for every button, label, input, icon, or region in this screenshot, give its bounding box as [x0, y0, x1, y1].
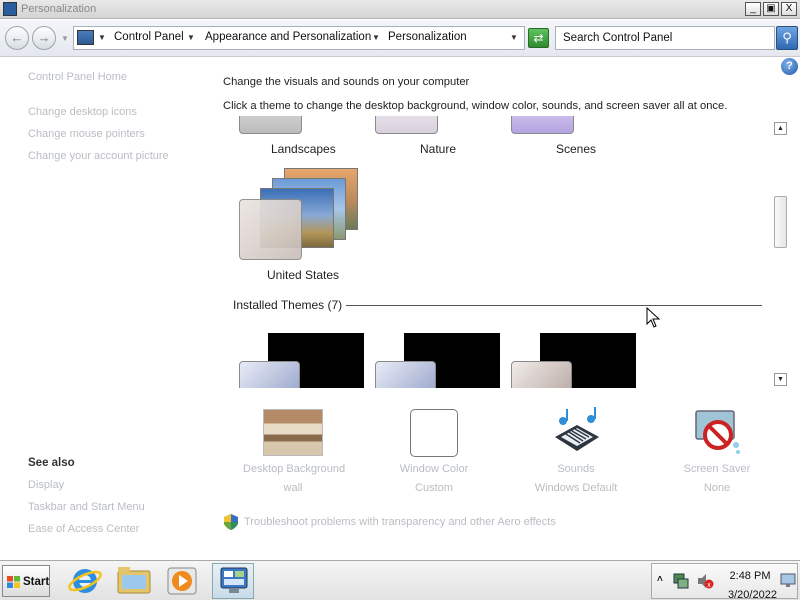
- start-button[interactable]: Start: [2, 565, 50, 597]
- section-divider: [346, 305, 762, 306]
- notification-area: ˄ x 2:48 PM 3/20/2022: [651, 563, 798, 602]
- theme-label-united-states: United States: [267, 268, 340, 282]
- theme-thumbnail: [239, 116, 302, 134]
- forward-button[interactable]: →: [32, 26, 56, 50]
- volume-muted-icon[interactable]: x: [696, 572, 714, 590]
- troubleshoot-aero-link[interactable]: Troubleshoot problems with transparency …: [244, 516, 556, 528]
- screen-saver-icon: [695, 410, 740, 454]
- theme-thumbnail: [511, 361, 572, 388]
- sidebar-display[interactable]: Display: [28, 479, 64, 491]
- mouse-cursor-icon: [646, 307, 660, 328]
- help-icon[interactable]: ?: [781, 58, 798, 75]
- screen-saver-value: None: [703, 482, 731, 494]
- sounds-icon: [555, 407, 599, 451]
- installed-themes-heading: Installed Themes (7): [233, 298, 343, 312]
- breadcrumb-personalization[interactable]: Personalization: [388, 31, 467, 43]
- window-color-value: Custom: [415, 482, 453, 494]
- sidebar-change-account-picture[interactable]: Change your account picture: [28, 150, 169, 162]
- page-heading: Change the visuals and sounds on your co…: [223, 76, 470, 88]
- breadcrumb-control-panel[interactable]: Control Panel: [114, 31, 184, 43]
- sounds-label: Sounds: [557, 463, 595, 475]
- maximize-button[interactable]: ▣: [763, 2, 779, 16]
- breadcrumb[interactable]: ▼ Control Panel ▼ Appearance and Persona…: [73, 26, 525, 50]
- window-color-icon: [410, 409, 458, 457]
- theme-thumbnail: [511, 116, 574, 134]
- see-also-heading: See also: [28, 457, 75, 469]
- clock-time: 2:48 PM: [729, 570, 771, 582]
- screen-saver-label: Screen Saver: [683, 463, 751, 475]
- internet-explorer-icon[interactable]: [67, 565, 103, 597]
- sidebar-change-desktop-icons[interactable]: Change desktop icons: [28, 106, 137, 118]
- sidebar-control-panel-home[interactable]: Control Panel Home: [28, 71, 127, 83]
- theme-thumbnail: [239, 199, 302, 260]
- gallery-scrollbar[interactable]: ▲ ▼: [772, 116, 789, 388]
- windows-logo-icon: [7, 576, 20, 588]
- media-player-icon[interactable]: [164, 565, 200, 597]
- search-input[interactable]: Search Control Panel: [555, 26, 775, 50]
- clock[interactable]: 2:48 PM 3/20/2022: [728, 569, 777, 602]
- control-panel-icon: [77, 30, 94, 45]
- recent-pages-dropdown[interactable]: ▼: [61, 34, 69, 43]
- theme-label-landscapes: Landscapes: [271, 142, 336, 156]
- title-bar: Personalization _ ▣ X: [0, 0, 800, 19]
- scroll-down-button[interactable]: ▼: [774, 373, 787, 386]
- show-hidden-icons-button[interactable]: ˄: [657, 574, 663, 585]
- page-subheading: Click a theme to change the desktop back…: [223, 100, 728, 112]
- svg-text:x: x: [707, 582, 711, 589]
- taskbar: Start ˄ x 2:48 PM 3/20/2022: [0, 560, 800, 602]
- sidebar-taskbar-start-menu[interactable]: Taskbar and Start Menu: [28, 501, 145, 513]
- file-explorer-icon[interactable]: [116, 565, 152, 597]
- window-color-label: Window Color: [399, 463, 469, 475]
- minimize-button[interactable]: _: [745, 2, 761, 16]
- personalization-app-icon: [3, 2, 17, 16]
- chevron-down-icon[interactable]: ▼: [98, 33, 106, 42]
- sidebar-ease-of-access[interactable]: Ease of Access Center: [28, 523, 139, 535]
- theme-thumbnail: [375, 116, 438, 134]
- breadcrumb-appearance[interactable]: Appearance and Personalization: [205, 31, 371, 43]
- sounds-value: Windows Default: [534, 482, 618, 494]
- search-icon[interactable]: ⚲: [776, 26, 798, 50]
- address-history-dropdown[interactable]: ▼: [510, 33, 518, 42]
- theme-gallery: Landscapes Nature Scenes United States I…: [222, 116, 770, 388]
- chevron-down-icon[interactable]: ▼: [372, 33, 380, 42]
- network-icon[interactable]: [672, 572, 690, 590]
- refresh-button[interactable]: ⇄: [528, 28, 549, 48]
- theme-thumbnail: [239, 361, 300, 388]
- start-label: Start: [23, 576, 50, 588]
- scroll-thumb[interactable]: [774, 196, 787, 248]
- chevron-down-icon[interactable]: ▼: [187, 33, 195, 42]
- desktop-background-icon: [263, 409, 323, 456]
- desktop-background-label: Desktop Background: [243, 463, 346, 475]
- personalization-taskbar-button[interactable]: [212, 563, 254, 599]
- back-button[interactable]: ←: [5, 26, 29, 50]
- close-button[interactable]: X: [781, 2, 797, 16]
- show-desktop-icon[interactable]: [780, 572, 796, 588]
- theme-label-nature: Nature: [420, 142, 457, 156]
- theme-label-scenes: Scenes: [556, 142, 597, 156]
- shield-icon: [224, 514, 238, 530]
- scroll-up-button[interactable]: ▲: [774, 122, 787, 135]
- sidebar-change-mouse-pointers[interactable]: Change mouse pointers: [28, 128, 145, 140]
- window-title: Personalization: [21, 3, 97, 15]
- desktop-background-value: wall: [283, 482, 303, 494]
- theme-thumbnail: [375, 361, 436, 388]
- address-bar: ← → ▼ ▼ Control Panel ▼ Appearance and P…: [0, 20, 800, 57]
